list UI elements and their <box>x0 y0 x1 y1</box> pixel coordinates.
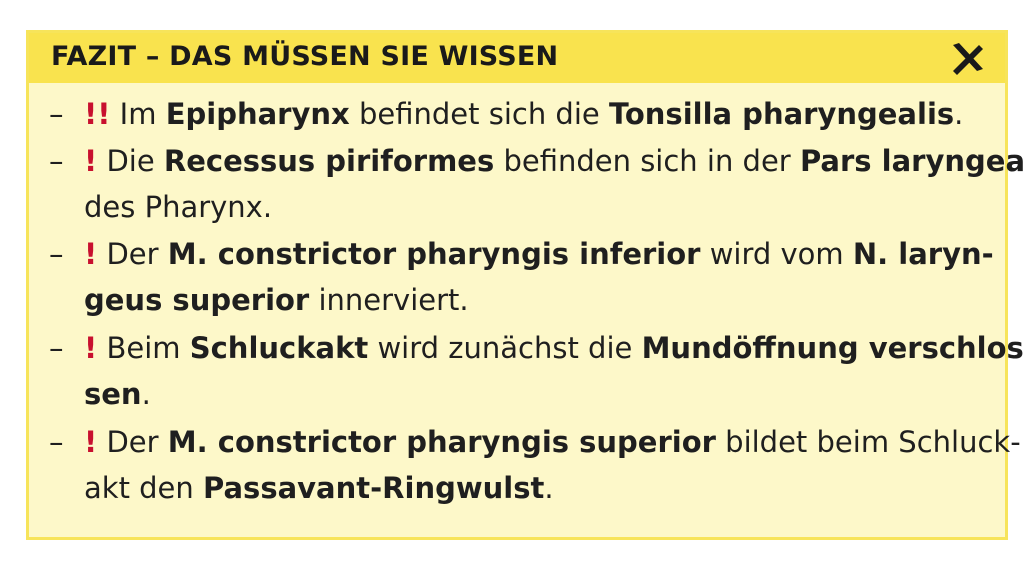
term: M. constrictor pharyngis superior <box>167 425 716 459</box>
text: akt den <box>84 471 204 505</box>
term: Schluckakt <box>189 331 369 365</box>
text: wird vom <box>700 237 853 271</box>
text: . <box>544 471 554 505</box>
line: akt den Passavant-Ringwulst. <box>84 465 554 511</box>
line: ! Der M. constrictor pharyngis inferior … <box>84 231 994 277</box>
text: . <box>954 97 964 131</box>
dash: – <box>49 331 64 365</box>
term: Recessus piriformes <box>163 144 495 178</box>
dash: – <box>49 97 64 131</box>
line: geus superior innerviert. <box>84 277 469 323</box>
close-icon[interactable] <box>947 39 987 79</box>
importance-mark: ! <box>84 237 98 271</box>
text: Der <box>97 237 168 271</box>
term: geus superior <box>84 283 310 317</box>
text: Die <box>97 144 164 178</box>
term: M. constrictor pharyngis inferior <box>167 237 701 271</box>
line: ! Beim Schluckakt wird zunächst die Mund… <box>84 325 1024 371</box>
term: Tonsilla pharyngealis <box>608 97 955 131</box>
text: befinden sich in der <box>494 144 800 178</box>
line: !! Im Epipharynx befindet sich die Tonsi… <box>84 91 963 137</box>
dash: – <box>49 237 64 271</box>
dash: – <box>49 425 64 459</box>
term: Passavant-Ringwulst <box>203 471 545 505</box>
text: Beim <box>97 331 190 365</box>
line: ! Die Recessus piriformes befinden sich … <box>84 138 1024 184</box>
importance-mark: !! <box>84 97 111 131</box>
text: des Pharynx. <box>84 190 273 224</box>
text: innerviert. <box>309 283 469 317</box>
text: wird zunächst die <box>368 331 642 365</box>
importance-mark: ! <box>84 144 98 178</box>
text: befindet sich die <box>349 97 609 131</box>
term: sen <box>84 377 142 411</box>
term: N. laryn- <box>852 237 994 271</box>
text: Im <box>110 97 166 131</box>
line: sen. <box>84 371 151 417</box>
dash: – <box>49 144 64 178</box>
line: ! Der M. constrictor pharyngis superior … <box>84 419 1021 465</box>
line: des Pharynx. <box>84 184 272 230</box>
box-header: FAZIT – DAS MÜSSEN SIE WISSEN <box>29 33 1005 83</box>
text: Der <box>97 425 168 459</box>
importance-mark: ! <box>84 425 98 459</box>
importance-mark: ! <box>84 331 98 365</box>
term: Epipharynx <box>165 97 350 131</box>
term: Mundöffnung verschlos- <box>641 331 1024 365</box>
box-title: FAZIT – DAS MÜSSEN SIE WISSEN <box>51 41 559 72</box>
text: bildet beim Schluck- <box>715 425 1021 459</box>
summary-box: FAZIT – DAS MÜSSEN SIE WISSEN – !! Im Ep… <box>26 30 1024 540</box>
text: . <box>141 377 151 411</box>
term: Pars laryngea <box>799 144 1024 178</box>
